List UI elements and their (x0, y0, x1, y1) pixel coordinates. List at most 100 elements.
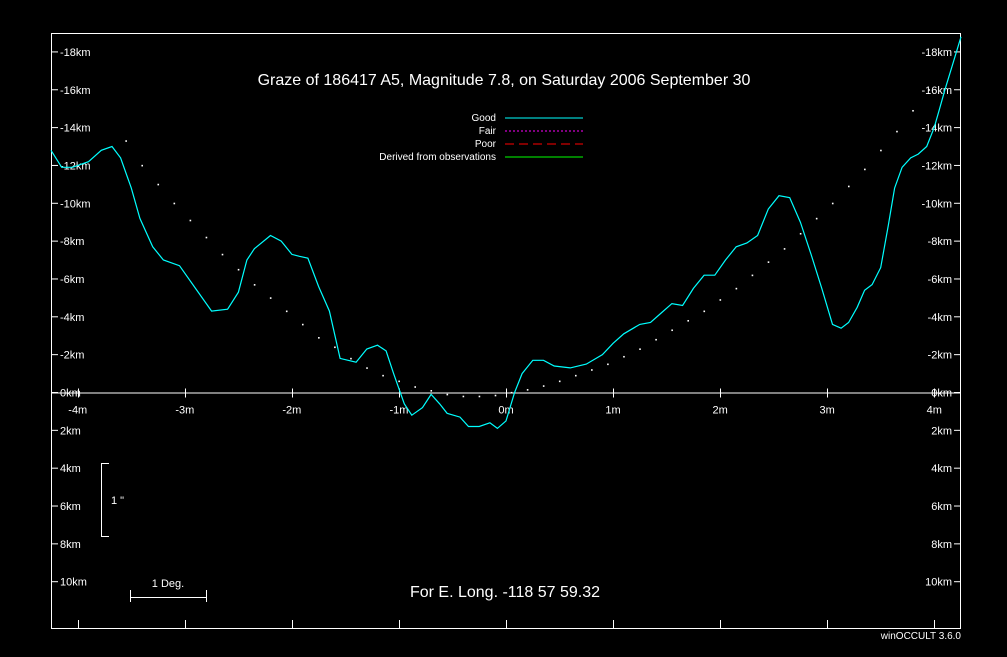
prediction-dot (478, 395, 481, 398)
longitude-label: For E. Long. -118 57 59.32 (410, 584, 600, 601)
y-tick-label-right: -16km (921, 85, 952, 97)
graze-profile-chart: -4m -3m -2m -1m 0m 1m 2m 3m 4m -18km -18km-16km -1… (50, 33, 962, 642)
y-tick-label-right: -6km (928, 274, 952, 286)
prediction-dot (558, 380, 561, 383)
x-tick-label: 3m (820, 404, 835, 416)
y-tick-label-left: 0km (60, 387, 81, 399)
x-tick-label: -3m (175, 404, 194, 416)
prediction-dot (494, 394, 497, 397)
degree-scale-bar: 1 Deg. (130, 578, 207, 602)
y-tick-label-right: -8km (928, 236, 952, 248)
y-tick-label-right: -2km (928, 350, 952, 362)
y-tick-label-left: 2km (60, 425, 81, 437)
prediction-dot (237, 268, 240, 271)
prediction-dot (623, 355, 625, 358)
y-tick-label-right: 8km (931, 539, 952, 551)
prediction-dot (462, 395, 465, 398)
prediction-dot (542, 385, 545, 387)
prediction-dot (639, 348, 641, 350)
y-tick-label-right: 4km (931, 463, 952, 475)
plot-frame (51, 33, 961, 629)
prediction-dot (157, 183, 160, 186)
prediction-dot (398, 380, 400, 383)
prediction-dot (430, 390, 433, 392)
prediction-dot (189, 219, 192, 222)
y-tick-label-left: -18km (60, 47, 91, 59)
chart-title: Graze of 186417 A5, Magnitude 7.8, on Sa… (258, 72, 751, 89)
y-tick-label-left: -14km (60, 123, 91, 135)
prediction-dot (350, 357, 352, 360)
prediction-dot (655, 338, 657, 341)
software-version-label: winOCCULT 3.6.0 (880, 631, 962, 642)
prediction-dot (446, 393, 449, 396)
x-tick-label: -4m (68, 404, 87, 416)
prediction-dot (896, 130, 898, 133)
prediction-dot (334, 346, 336, 349)
prediction-dot (912, 109, 914, 112)
y-tick-label-right: -18km (921, 47, 952, 59)
prediction-dot (173, 202, 176, 205)
degree-scale-label: 1 Deg. (152, 578, 184, 590)
prediction-dot (141, 164, 143, 167)
prediction-dot (253, 284, 256, 286)
y-tick-label-right: -12km (921, 160, 952, 172)
prediction-dot (864, 168, 866, 171)
prediction-dot (366, 367, 368, 369)
y-tick-label-right: 6km (931, 501, 952, 513)
x-tick-label: 4m (927, 404, 942, 416)
prediction-dot (221, 253, 224, 256)
y-tick-label-right: -10km (921, 198, 952, 210)
prediction-dot (269, 297, 272, 299)
prediction-dot (687, 319, 689, 322)
y-tick-label-left: -4km (60, 312, 84, 324)
y-tick-label-right: 10km (925, 577, 952, 589)
y-tick-label-right: 0km (931, 387, 952, 399)
y-tick-label-left: 8km (60, 539, 81, 551)
prediction-dot (831, 202, 834, 205)
prediction-dot (510, 391, 513, 394)
y-axis-ticks: -18km -18km-16km -16km-14km -14km-12km -12km… (51, 47, 961, 589)
limb-profile-series (50, 36, 962, 430)
legend-label: Good (472, 113, 496, 124)
legend-label: Fair (479, 126, 497, 137)
prediction-dot (125, 140, 127, 142)
y-tick-label-right: -14km (921, 123, 952, 135)
prediction-dot (735, 287, 738, 290)
prediction-dot (574, 374, 577, 377)
y-tick-label-left: -10km (60, 198, 91, 210)
x-tick-label: 0m (498, 404, 513, 416)
prediction-dot (847, 185, 850, 188)
prediction-dot (591, 369, 593, 371)
prediction-dot (526, 389, 529, 391)
x-tick-label: -2m (282, 404, 301, 416)
y-tick-label-left: -8km (60, 236, 84, 248)
prediction-dot (205, 236, 208, 239)
prediction-dot (285, 310, 288, 313)
prediction-dot (880, 149, 882, 152)
y-tick-label-left: -16km (60, 85, 91, 97)
legend-label: Poor (475, 139, 497, 150)
prediction-dot (767, 261, 770, 263)
prediction-dot (751, 274, 754, 277)
prediction-dot (414, 386, 416, 388)
prediction-dot (301, 323, 304, 326)
prediction-dot (719, 299, 722, 301)
legend: Good Fair Poor Derived from observations (379, 113, 583, 163)
x-tick-label: 1m (605, 404, 620, 416)
prediction-dot (703, 310, 706, 313)
y-tick-label-left: 6km (60, 501, 81, 513)
prediction-dot (799, 232, 802, 235)
y-tick-label-left: -6km (60, 274, 84, 286)
prediction-dot (382, 374, 384, 377)
prediction-dot (928, 89, 930, 91)
y-tick-label-left: 10km (60, 577, 87, 589)
predicted-limb-dots (125, 89, 930, 398)
x-tick-label: 2m (712, 404, 727, 416)
y-tick-label-right: -4km (928, 312, 952, 324)
legend-label: Derived from observations (379, 152, 496, 163)
arcsec-scale-label: 1 " (111, 495, 124, 507)
arcsec-scale-bar: 1 " (101, 463, 124, 537)
prediction-dot (671, 329, 673, 332)
prediction-dot (318, 337, 320, 339)
prediction-dot (783, 248, 786, 250)
